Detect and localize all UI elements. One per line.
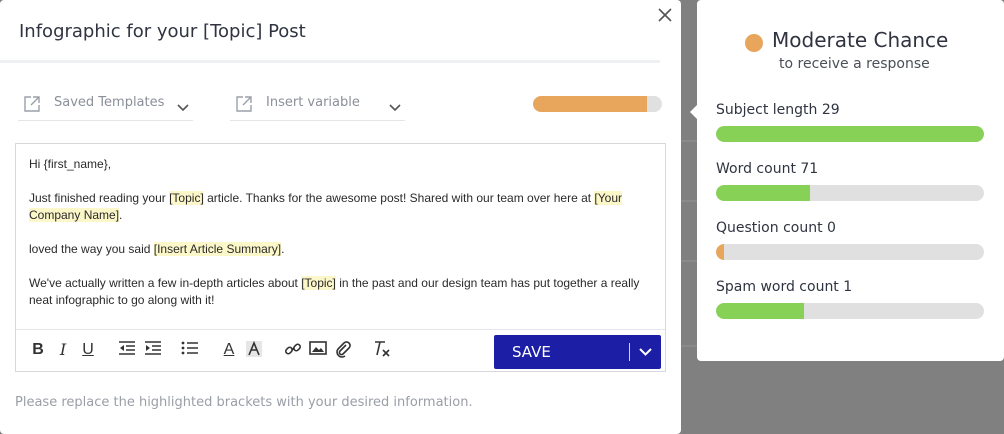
insert-variable-dropdown[interactable]: Insert variable <box>230 88 405 121</box>
greeting-text: Hi {first_name}, <box>29 157 112 171</box>
insert-variable-label: Insert variable <box>266 95 360 110</box>
body-text: Just finished reading your <box>29 191 170 205</box>
metric-bar-question-count <box>716 244 984 260</box>
chevron-down-icon <box>177 99 189 112</box>
editor-toolbar: B I U A SAVE <box>16 329 665 371</box>
metric-fill <box>716 185 810 201</box>
metric-label-spam-word-count: Spam word count 1 <box>716 279 853 295</box>
link-icon[interactable] <box>283 340 303 360</box>
body-text: We've actually written a few in-depth ar… <box>29 276 302 290</box>
modal-title: Infographic for your [Topic] Post <box>19 21 306 42</box>
response-score-fill <box>533 96 647 112</box>
body-text: loved the way you said <box>29 242 154 256</box>
metric-bar-spam-word-count <box>716 303 984 319</box>
external-link-icon <box>234 94 254 114</box>
template-modal: Infographic for your [Topic] Post Saved … <box>0 0 681 434</box>
text-color-icon[interactable]: A <box>219 340 239 360</box>
highlight-color-icon[interactable] <box>244 340 264 360</box>
image-icon[interactable] <box>308 340 328 360</box>
metric-label-word-count: Word count 71 <box>716 161 819 177</box>
underline-icon[interactable]: U <box>78 340 98 360</box>
footer-note: Please replace the highlighted brackets … <box>15 395 473 410</box>
clear-format-icon[interactable] <box>372 340 392 360</box>
saved-templates-dropdown[interactable]: Saved Templates <box>18 88 193 121</box>
body-text: article. Thanks for the awesome post! Sh… <box>203 191 595 205</box>
editor-paragraph: We've actually written a few in-depth ar… <box>29 275 649 309</box>
metric-label-subject-length: Subject length 29 <box>716 102 840 118</box>
chance-title: Moderate Chance <box>772 28 949 52</box>
bold-icon[interactable]: B <box>28 340 48 360</box>
editor-paragraph: Hi {first_name}, <box>29 156 649 173</box>
metric-fill <box>716 126 984 142</box>
save-button[interactable]: SAVE <box>494 335 630 369</box>
outdent-icon[interactable] <box>117 340 137 360</box>
external-link-icon <box>22 94 42 114</box>
email-editor[interactable]: Hi {first_name}, Just finished reading y… <box>15 143 666 372</box>
indent-icon[interactable] <box>143 340 163 360</box>
metric-label-question-count: Question count 0 <box>716 220 836 236</box>
bullet-list-icon[interactable] <box>180 340 200 360</box>
response-chance-panel: Moderate Chance to receive a response Su… <box>697 0 1004 361</box>
body-text: . <box>119 208 123 222</box>
attachment-icon[interactable] <box>333 340 353 360</box>
response-score-bar <box>533 96 662 112</box>
chance-indicator-dot <box>745 34 763 52</box>
chance-subtitle: to receive a response <box>779 56 930 72</box>
metric-bar-word-count <box>716 185 984 201</box>
editor-content[interactable]: Hi {first_name}, Just finished reading y… <box>29 156 649 326</box>
chevron-down-icon <box>639 348 652 356</box>
save-options-button[interactable] <box>630 335 661 369</box>
metric-fill <box>716 303 805 319</box>
placeholder-topic: [Topic] <box>301 276 336 290</box>
save-button-group: SAVE <box>494 335 661 369</box>
saved-templates-label: Saved Templates <box>54 95 165 110</box>
metric-bar-subject-length <box>716 126 984 142</box>
placeholder-topic: [Topic] <box>169 191 204 205</box>
body-text: . <box>281 242 285 256</box>
editor-paragraph: loved the way you said [Insert Article S… <box>29 241 649 258</box>
italic-icon[interactable]: I <box>53 340 73 360</box>
editor-paragraph: Just finished reading your [Topic] artic… <box>29 190 649 224</box>
metric-fill <box>716 244 725 260</box>
chevron-down-icon <box>389 99 401 112</box>
title-divider <box>0 60 660 63</box>
placeholder-article-summary: [Insert Article Summary] <box>153 242 282 256</box>
close-icon[interactable] <box>655 5 675 25</box>
